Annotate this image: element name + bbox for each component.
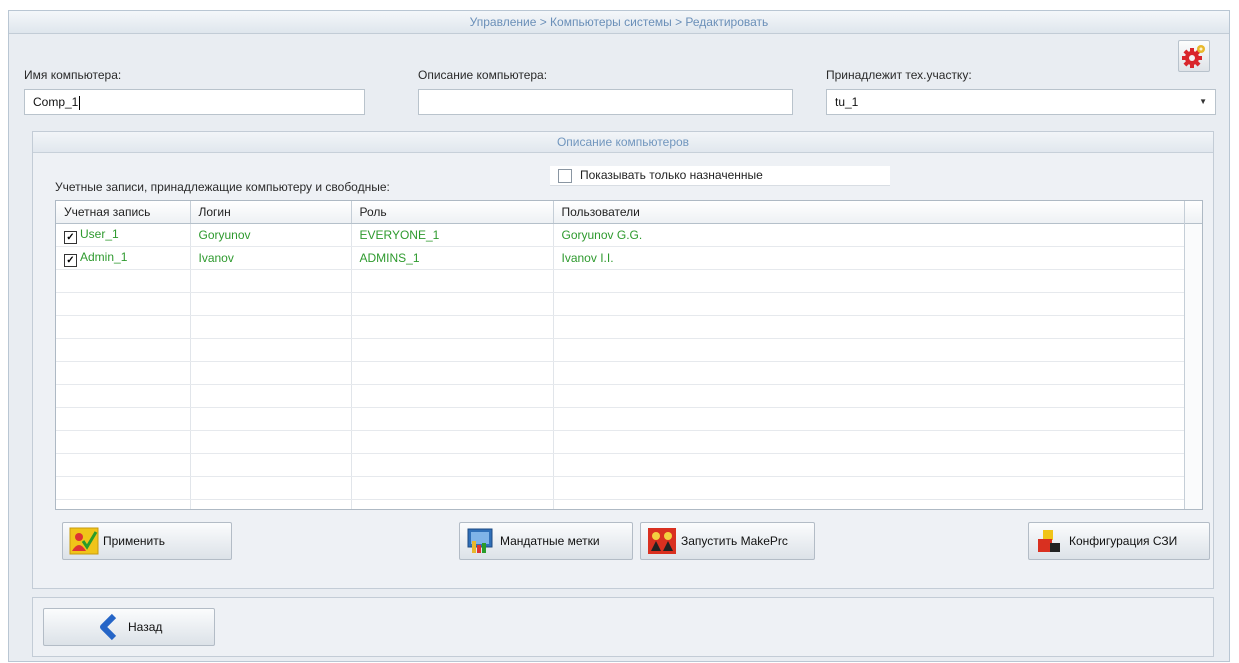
mandatory-labels-icon (467, 528, 493, 553)
text-caret (79, 95, 81, 110)
user-check-icon (69, 527, 99, 555)
computers-panel: Описание компьютеров Учетные записи, при… (32, 131, 1214, 589)
row-checkbox[interactable]: ✓ (64, 253, 77, 267)
tech-site-label: Принадлежит тех.участку: (826, 68, 972, 82)
szi-config-button[interactable]: Конфигурация СЗИ (1028, 522, 1210, 560)
show-assigned-checkbox[interactable] (558, 169, 572, 183)
empty-row (56, 269, 1186, 293)
table-row[interactable]: ✓ Admin_1 Ivanov ADMINS_1 Ivanov I.I. (56, 246, 1186, 270)
account-cell: User_1 (80, 226, 119, 241)
empty-row (56, 361, 1186, 385)
role-cell: EVERYONE_1 (351, 223, 554, 247)
settings-button[interactable] (1178, 40, 1210, 72)
account-cell: Admin_1 (80, 249, 128, 264)
login-cell: Ivanov (190, 246, 352, 270)
row-checkbox[interactable]: ✓ (64, 230, 77, 244)
table-row[interactable]: ✓ User_1 Goryunov EVERYONE_1 Goryunov G.G… (56, 223, 1186, 247)
column-header-users[interactable]: Пользователи (553, 201, 1186, 224)
tech-site-dropdown[interactable]: tu_1 ▼ (826, 89, 1216, 115)
empty-row (56, 292, 1186, 316)
navigation-panel: Назад (32, 597, 1214, 657)
run-makeprc-button[interactable]: Запустить MakePrc (640, 522, 815, 560)
users-cell: Goryunov G.G. (553, 223, 1186, 247)
table-header: Учетная запись Логин Роль Пользователи (56, 201, 1186, 224)
empty-row (56, 499, 1186, 509)
empty-row (56, 384, 1186, 408)
gear-icon (1182, 45, 1205, 68)
empty-row (56, 476, 1186, 500)
login-cell: Goryunov (190, 223, 352, 247)
vertical-scrollbar[interactable] (1184, 201, 1202, 509)
show-assigned-label: Показывать только назначенные (580, 168, 763, 182)
szi-config-label: Конфигурация СЗИ (1069, 534, 1178, 548)
column-header-role[interactable]: Роль (351, 201, 554, 224)
back-button-label: Назад (128, 620, 163, 634)
apply-button-label: Применить (103, 534, 166, 548)
breadcrumb: Управление > Компьютеры системы > Редакт… (9, 11, 1229, 34)
empty-row (56, 430, 1186, 454)
back-arrow-icon (100, 613, 117, 641)
show-assigned-only-toggle[interactable]: Показывать только назначенные (550, 166, 890, 186)
users-cell: Ivanov I.I. (553, 246, 1186, 270)
mandatory-labels-button[interactable]: Мандатные метки (459, 522, 633, 560)
role-cell: ADMINS_1 (351, 246, 554, 270)
back-button[interactable]: Назад (43, 608, 215, 646)
apply-button[interactable]: Применить (62, 522, 232, 560)
computer-description-label: Описание компьютера: (418, 68, 548, 82)
computer-name-input[interactable]: Comp_1 (24, 89, 365, 115)
computer-name-value: Comp_1 (33, 95, 79, 109)
computer-description-input[interactable] (418, 89, 793, 115)
column-header-login[interactable]: Логин (190, 201, 352, 224)
column-header-account[interactable]: Учетная запись (56, 201, 191, 224)
szi-config-icon (1038, 530, 1060, 552)
empty-row (56, 407, 1186, 431)
accounts-label: Учетные записи, принадлежащие компьютеру… (55, 180, 390, 194)
empty-row (56, 315, 1186, 339)
scrollbar-header (1185, 201, 1202, 224)
main-window: Управление > Компьютеры системы > Редакт… (8, 10, 1230, 662)
empty-row (56, 338, 1186, 362)
tech-site-value: tu_1 (835, 95, 859, 109)
empty-row (56, 453, 1186, 477)
makeprc-icon (648, 528, 676, 554)
run-makeprc-label: Запустить MakePrc (681, 534, 788, 548)
mandatory-labels-label: Мандатные метки (500, 534, 600, 548)
computer-name-label: Имя компьютера: (24, 68, 122, 82)
panel-title: Описание компьютеров (33, 132, 1213, 153)
accounts-table: Учетная запись Логин Роль Пользователи ✓… (55, 200, 1203, 510)
chevron-down-icon: ▼ (1199, 97, 1207, 106)
